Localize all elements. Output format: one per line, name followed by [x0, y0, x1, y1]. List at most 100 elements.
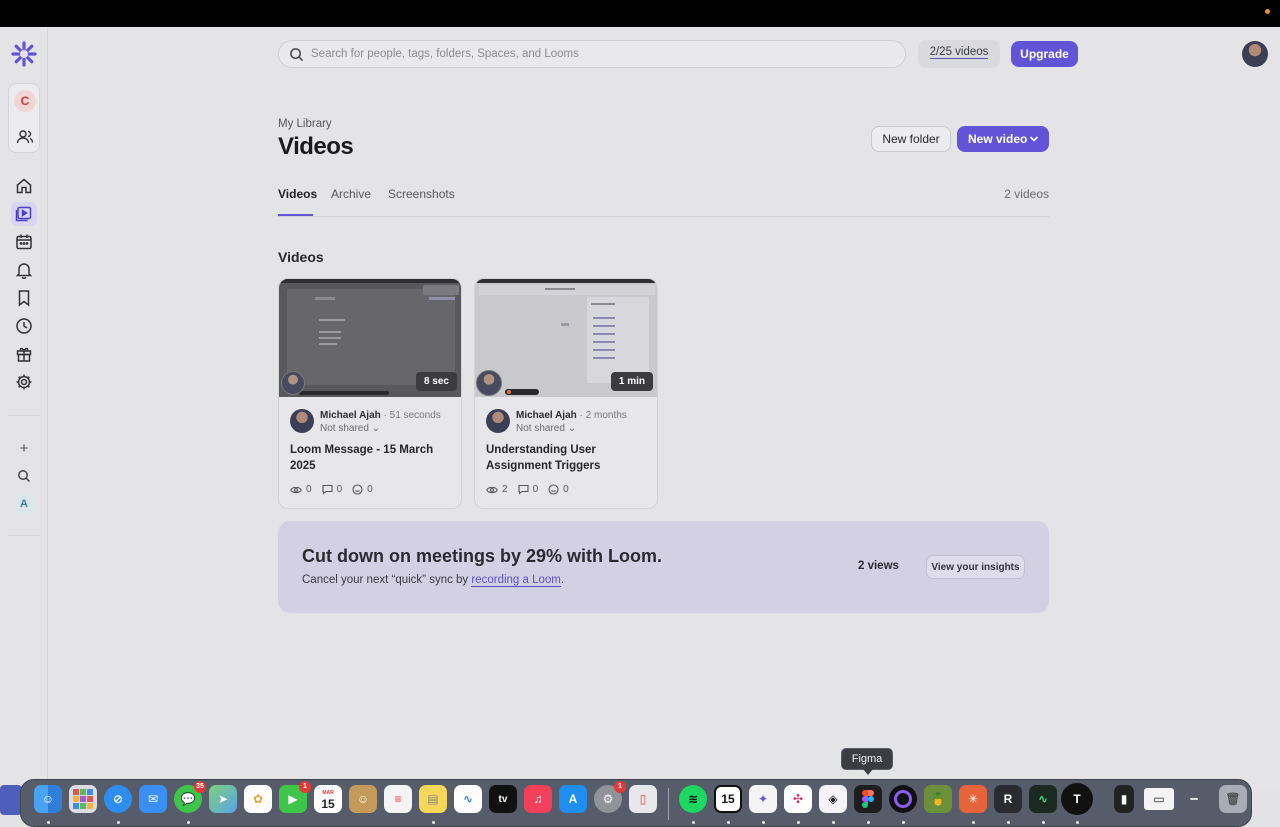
raycast-like-icon[interactable]: R	[994, 785, 1022, 813]
notes-icon[interactable]: ▤	[419, 785, 447, 813]
search-input[interactable]	[311, 41, 891, 67]
loom-logo-icon[interactable]	[11, 41, 37, 67]
author-avatar	[290, 409, 314, 433]
space-avatar[interactable]: A	[15, 495, 33, 513]
video-author: Michael Ajah · 2 months	[516, 410, 627, 421]
recording-indicator	[1265, 9, 1270, 14]
banner-heading: Cut down on meetings by 29% with Loom.	[302, 546, 663, 566]
new-video-button[interactable]: New video	[957, 126, 1049, 152]
search-spaces-icon[interactable]	[16, 468, 32, 484]
running-indicator	[1007, 821, 1010, 824]
running-indicator	[762, 821, 765, 824]
library-tabs: Videos Archive Screenshots 2 videos	[278, 185, 1049, 217]
video-title[interactable]: Understanding User Assignment Triggers	[486, 442, 648, 474]
recent-window-icon[interactable]: ▭	[1144, 788, 1174, 810]
recent-window-icon[interactable]: ▮	[1114, 785, 1134, 813]
calendar-icon[interactable]: MAR 15	[314, 785, 342, 813]
chevron-down-icon: ⌄	[371, 423, 381, 434]
contacts-icon[interactable]: ☺	[349, 785, 377, 813]
history-clock-icon[interactable]	[15, 317, 33, 335]
sharing-status[interactable]: Not shared ⌄	[320, 423, 380, 434]
new-video-label: New video	[968, 132, 1028, 146]
calendar-day: 15	[321, 797, 335, 811]
reactions-stat: 0	[352, 484, 373, 495]
video-count: 2 videos	[1004, 187, 1049, 201]
video-title[interactable]: Loom Message - 15 March 2025	[290, 442, 452, 474]
facetime-icon[interactable]: ▶ 1	[279, 781, 311, 813]
page-title: Videos	[278, 133, 354, 160]
running-indicator	[832, 821, 835, 824]
emoji-icon	[548, 484, 559, 495]
comments-stat: 0	[518, 484, 538, 495]
bookmark-icon[interactable]	[15, 289, 33, 307]
calendar-icon[interactable]	[15, 233, 33, 251]
settings-gear-icon[interactable]	[15, 373, 33, 391]
mail-icon[interactable]: ✉	[139, 785, 167, 813]
breadcrumb[interactable]: My Library	[278, 118, 332, 130]
reminders-icon[interactable]: ≡	[384, 785, 412, 813]
gift-icon[interactable]	[15, 345, 33, 363]
author-name: Michael Ajah	[516, 410, 577, 421]
menu-bar	[0, 0, 1280, 27]
trash-icon[interactable]: 🗑	[1219, 785, 1247, 813]
video-thumbnail[interactable]: 8 sec	[279, 279, 461, 397]
tab-archive[interactable]: Archive	[331, 187, 371, 201]
photos-icon[interactable]: ✿	[244, 785, 272, 813]
cube-app-icon[interactable]: ◈	[819, 785, 847, 813]
music-icon[interactable]: ♫	[524, 785, 552, 813]
app-store-icon[interactable]: A	[559, 785, 587, 813]
spotify-icon[interactable]: ≋	[679, 785, 707, 813]
pineapple-app-icon[interactable]: 🍍	[924, 785, 952, 813]
video-card[interactable]: 1 min Michael Ajah · 2 months Not shared…	[474, 278, 658, 509]
video-quota[interactable]: 2/25 videos	[918, 40, 1000, 68]
video-card[interactable]: 8 sec Michael Ajah · 51 seconds Not shar…	[278, 278, 462, 509]
views-count: 2	[502, 484, 508, 495]
video-age: 51 seconds	[389, 410, 441, 421]
claude-icon[interactable]: ✳	[959, 785, 987, 813]
iphone-mirroring-icon[interactable]: ▯	[629, 785, 657, 813]
tab-videos[interactable]: Videos	[278, 187, 317, 201]
user-avatar[interactable]	[1242, 41, 1268, 67]
sharing-status[interactable]: Not shared ⌄	[516, 423, 576, 434]
running-indicator	[1076, 821, 1079, 824]
finder-icon[interactable]: ☺	[34, 785, 62, 813]
library-nav-button[interactable]	[11, 202, 37, 226]
sharing-status-label: Not shared	[320, 423, 369, 434]
notifications-bell-icon[interactable]	[15, 261, 33, 279]
view-insights-button[interactable]: View your insights	[926, 555, 1025, 579]
figma-icon[interactable]	[854, 785, 882, 813]
sidebar: C + A	[0, 27, 48, 787]
maps-icon[interactable]: ➤	[209, 785, 237, 813]
system-settings-icon[interactable]: ⚙ 1	[594, 781, 626, 813]
add-space-icon[interactable]: +	[16, 441, 32, 457]
record-loom-link[interactable]: recording a Loom	[471, 574, 561, 587]
freeform-icon[interactable]: ∿	[454, 785, 482, 813]
banner-text-start: Cancel your next “quick” sync by	[302, 574, 472, 586]
running-indicator	[902, 821, 905, 824]
comments-stat: 0	[322, 484, 342, 495]
chevron-down-icon	[1029, 136, 1039, 142]
launchpad-icon[interactable]	[69, 785, 97, 813]
recent-window-icon[interactable]: ━	[1179, 785, 1209, 813]
emoji-icon	[352, 484, 363, 495]
video-thumbnail[interactable]: 1 min	[475, 279, 657, 397]
search-icon	[290, 48, 304, 62]
workspace-avatar[interactable]: C	[14, 90, 36, 112]
activity-monitor-icon[interactable]: ∿	[1029, 785, 1057, 813]
typeface-app-icon[interactable]: T	[1061, 783, 1093, 815]
team-icon[interactable]	[16, 128, 34, 146]
loom-app: C + A 2/25 videos Upgrade My Library Vid…	[0, 27, 1280, 787]
eye-icon	[486, 486, 498, 493]
craft-icon[interactable]: ✦	[749, 785, 777, 813]
messages-icon[interactable]: 💬 35	[174, 781, 206, 813]
search-bar[interactable]	[278, 40, 906, 68]
upgrade-button[interactable]: Upgrade	[1011, 41, 1078, 67]
apple-tv-icon[interactable]: tv	[489, 785, 517, 813]
home-icon[interactable]	[15, 177, 33, 195]
arc-circle-icon[interactable]	[889, 785, 917, 813]
tab-screenshots[interactable]: Screenshots	[388, 187, 455, 201]
safari-icon[interactable]: ⊘	[104, 785, 132, 813]
fantastical-icon[interactable]: 15	[714, 785, 742, 813]
new-folder-button[interactable]: New folder	[871, 126, 951, 152]
slack-icon[interactable]: ✣	[784, 785, 812, 813]
